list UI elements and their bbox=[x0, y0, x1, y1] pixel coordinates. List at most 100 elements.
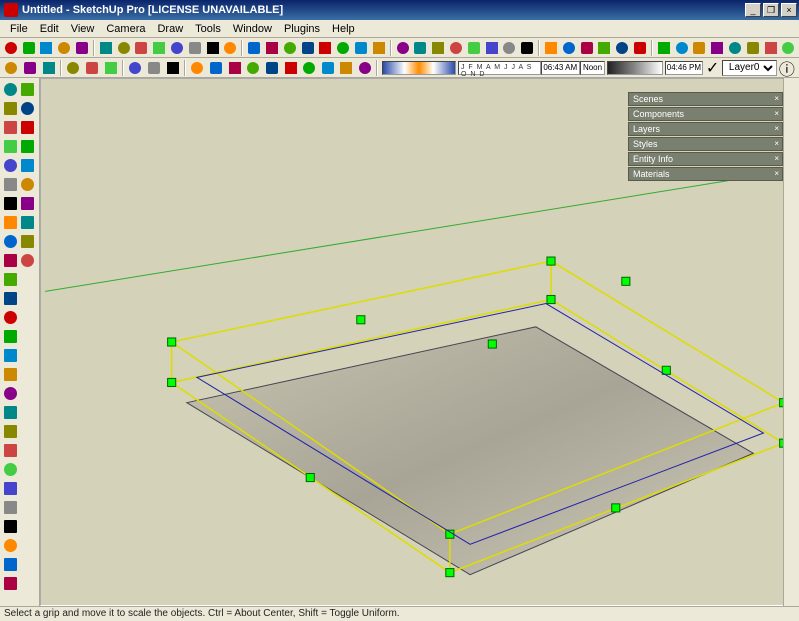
menu-tools[interactable]: Tools bbox=[189, 22, 227, 36]
toolbar-mat9-button[interactable] bbox=[357, 59, 374, 77]
tool-smoove-button[interactable] bbox=[19, 176, 36, 193]
close-button[interactable]: × bbox=[781, 3, 797, 17]
toolbar-offset-button[interactable] bbox=[264, 39, 280, 57]
toolbar-copy-button[interactable] bbox=[84, 59, 101, 77]
toolbar-protractor-button[interactable] bbox=[335, 39, 351, 57]
layer-visible-checkbox[interactable]: ✓ bbox=[704, 59, 721, 77]
close-icon[interactable]: × bbox=[774, 138, 779, 150]
tool-zext-button[interactable] bbox=[2, 575, 19, 592]
tool-poly-button[interactable] bbox=[2, 214, 19, 231]
toolbar-rect-button[interactable] bbox=[74, 39, 90, 57]
tool-zoom-button[interactable] bbox=[2, 537, 19, 554]
tool-scale-button[interactable] bbox=[2, 290, 19, 307]
toolbar-mat6-button[interactable] bbox=[301, 59, 318, 77]
toolbar-getmodel-button[interactable] bbox=[763, 39, 779, 57]
tool-tape-button[interactable] bbox=[2, 366, 19, 383]
toolbar-mat2-button[interactable] bbox=[226, 59, 243, 77]
toolbar-shade4-button[interactable] bbox=[745, 39, 761, 57]
toolbar-print-button[interactable] bbox=[164, 59, 181, 77]
toolbar-sectionplane-button[interactable] bbox=[430, 39, 446, 57]
menu-edit[interactable]: Edit bbox=[34, 22, 65, 36]
toolbar-front-button[interactable] bbox=[614, 39, 630, 57]
toolbar-iso-button[interactable] bbox=[579, 39, 595, 57]
menu-draw[interactable]: Draw bbox=[151, 22, 189, 36]
toolbar-redo-button[interactable] bbox=[146, 59, 163, 77]
toolbar-select-button[interactable] bbox=[3, 39, 19, 57]
close-icon[interactable]: × bbox=[774, 108, 779, 120]
toolbar-mat3-button[interactable] bbox=[245, 59, 262, 77]
tool-paint-button[interactable] bbox=[2, 119, 19, 136]
toolbar-arc-button[interactable] bbox=[116, 39, 132, 57]
tool-prot-button[interactable] bbox=[2, 385, 19, 402]
toolbar-model-info-button[interactable] bbox=[189, 59, 206, 77]
toolbar-shade2-button[interactable] bbox=[709, 39, 725, 57]
tool-push-button[interactable] bbox=[2, 328, 19, 345]
tool-move-button[interactable] bbox=[2, 252, 19, 269]
minimize-button[interactable]: _ bbox=[745, 3, 761, 17]
tool-rect-button[interactable] bbox=[2, 138, 19, 155]
panel-materials[interactable]: Materials× bbox=[628, 167, 783, 181]
toolbar-zoomwin-button[interactable] bbox=[502, 39, 518, 57]
toolbar-share-button[interactable] bbox=[780, 39, 796, 57]
toolbar-mat1-button[interactable] bbox=[208, 59, 225, 77]
toolbar-paint-button[interactable] bbox=[56, 39, 72, 57]
panel-layers[interactable]: Layers× bbox=[628, 122, 783, 136]
toolbar-text-button[interactable] bbox=[371, 39, 387, 57]
tool-sect-button[interactable] bbox=[2, 480, 19, 497]
toolbar-prev-button[interactable] bbox=[543, 39, 559, 57]
tool-pos-button[interactable] bbox=[19, 119, 36, 136]
tool-arc-button[interactable] bbox=[2, 176, 19, 193]
month-strip[interactable]: J F M A M J J A S O N D bbox=[458, 61, 541, 75]
menu-window[interactable]: Window bbox=[227, 22, 278, 36]
tool-axes-button[interactable] bbox=[2, 404, 19, 421]
toolbar-zoom-button[interactable] bbox=[484, 39, 500, 57]
toolbar-cut-button[interactable] bbox=[65, 59, 82, 77]
toolbar-move-button[interactable] bbox=[205, 39, 221, 57]
tool-free-button[interactable] bbox=[2, 233, 19, 250]
layer-select[interactable]: Layer0 bbox=[722, 60, 777, 76]
info-icon[interactable]: ⓘ bbox=[778, 59, 796, 77]
tool-select-button[interactable] bbox=[2, 81, 19, 98]
toolbar-next-button[interactable] bbox=[561, 39, 577, 57]
toolbar-pan-button[interactable] bbox=[466, 39, 482, 57]
tool-walk-button[interactable] bbox=[19, 81, 36, 98]
tool-rotate-button[interactable] bbox=[2, 271, 19, 288]
tool-circle-button[interactable] bbox=[2, 157, 19, 174]
toolbar-polygon-button[interactable] bbox=[169, 39, 185, 57]
tool-sandbox2-button[interactable] bbox=[19, 157, 36, 174]
toolbar-line-button[interactable] bbox=[151, 39, 167, 57]
tool-stamp-button[interactable] bbox=[19, 195, 36, 212]
menu-camera[interactable]: Camera bbox=[100, 22, 151, 36]
tool-drape-button[interactable] bbox=[19, 214, 36, 231]
toolbar-freehand-button[interactable] bbox=[187, 39, 203, 57]
panel-components[interactable]: Components× bbox=[628, 107, 783, 121]
toolbar-rotate-button[interactable] bbox=[223, 39, 239, 57]
menu-view[interactable]: View bbox=[65, 22, 101, 36]
toolbar-top-button[interactable] bbox=[597, 39, 613, 57]
toolbar-tape-button[interactable] bbox=[318, 39, 334, 57]
scrollbar-vertical[interactable] bbox=[783, 78, 799, 606]
panel-entity-info[interactable]: Entity Info× bbox=[628, 152, 783, 166]
toolbar-orbit-button[interactable] bbox=[448, 39, 464, 57]
toolbar-mat7-button[interactable] bbox=[320, 59, 337, 77]
toolbar-pencil-button[interactable] bbox=[134, 39, 150, 57]
toolbar-new-button[interactable] bbox=[3, 59, 20, 77]
toolbar-delete-button[interactable] bbox=[21, 39, 37, 57]
tool-3dt-button[interactable] bbox=[2, 461, 19, 478]
tool-sandbox1-button[interactable] bbox=[19, 138, 36, 155]
panel-scenes[interactable]: Scenes× bbox=[628, 92, 783, 106]
tool-zwin-button[interactable] bbox=[2, 556, 19, 573]
maximize-button[interactable]: ❐ bbox=[763, 3, 779, 17]
toolbar-right-button[interactable] bbox=[632, 39, 648, 57]
tool-addDetail-button[interactable] bbox=[19, 233, 36, 250]
tool-eraser-button[interactable] bbox=[2, 100, 19, 117]
toolbar-paste-button[interactable] bbox=[102, 59, 119, 77]
toolbar-shade3-button[interactable] bbox=[727, 39, 743, 57]
time-gradient-slider[interactable] bbox=[382, 61, 455, 75]
toolbar-mat8-button[interactable] bbox=[338, 59, 355, 77]
close-icon[interactable]: × bbox=[774, 168, 779, 180]
tool-pencil-button[interactable] bbox=[2, 195, 19, 212]
toolbar-undo-button[interactable] bbox=[127, 59, 144, 77]
toolbar-xray-button[interactable] bbox=[656, 39, 672, 57]
tool-orbit-button[interactable] bbox=[2, 499, 19, 516]
